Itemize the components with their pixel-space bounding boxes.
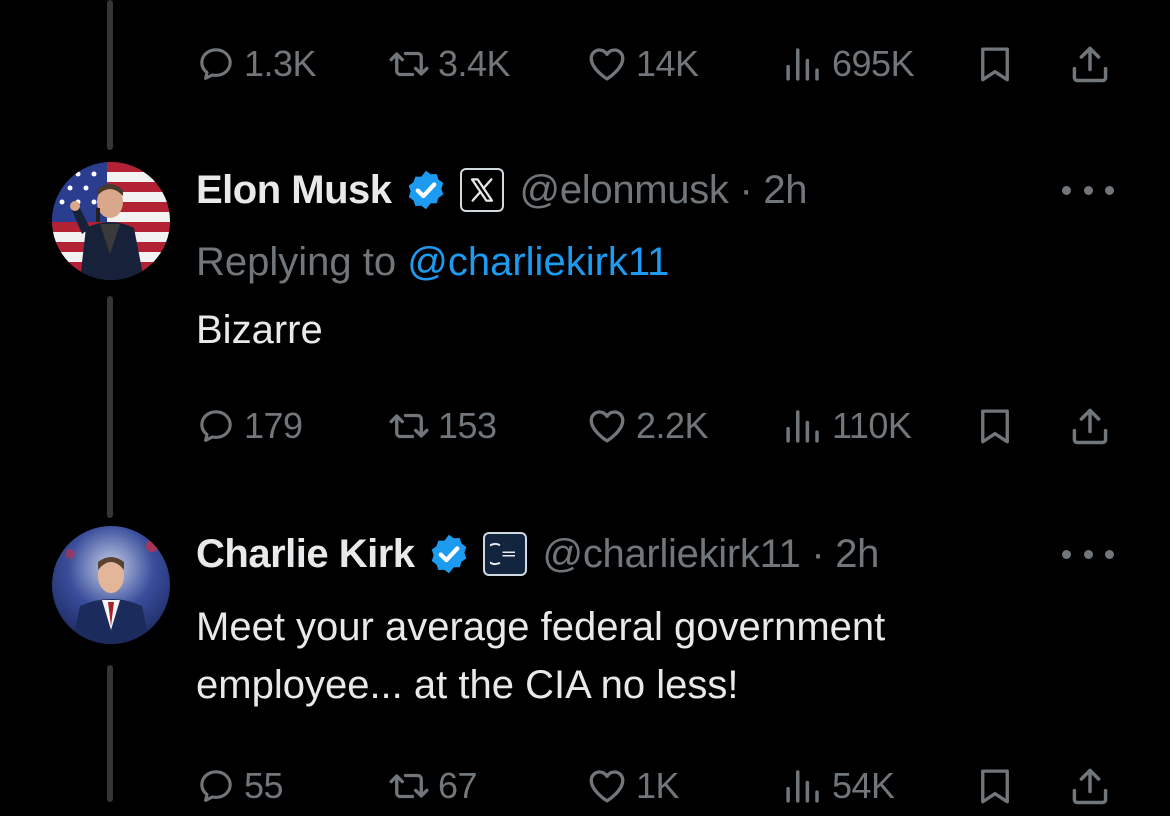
author-name[interactable]: Charlie Kirk — [196, 532, 415, 577]
thread-connector-middle — [107, 296, 113, 518]
share-icon — [1068, 42, 1112, 86]
tweet-text-line: employee... at the CIA no less! — [196, 663, 739, 707]
separator-dot: · — [739, 167, 753, 212]
verified-badge[interactable] — [427, 532, 471, 576]
elon-avatar-image — [52, 162, 170, 280]
verified-badge[interactable] — [404, 168, 448, 212]
heart-icon — [586, 43, 628, 85]
like-button[interactable]: 2.2K — [586, 396, 709, 456]
bookmark-button[interactable] — [974, 34, 1016, 94]
views-button[interactable]: 54K — [782, 756, 895, 816]
author-name[interactable]: Elon Musk — [196, 168, 392, 213]
heart-icon — [586, 765, 628, 807]
thread-connector-top — [107, 0, 113, 150]
like-count: 1K — [636, 765, 680, 806]
bookmark-button[interactable] — [974, 396, 1016, 456]
views-count: 110K — [832, 405, 912, 446]
like-button[interactable]: 14K — [586, 34, 699, 94]
author-handle[interactable]: @charliekirk11 — [543, 532, 801, 576]
repost-count: 3.4K — [438, 43, 511, 84]
timestamp[interactable]: 2h — [763, 168, 807, 212]
views-icon — [782, 765, 824, 807]
charlie-tweet-action-bar: 55 67 1K 54K — [196, 756, 1116, 816]
timestamp[interactable]: 2h — [835, 532, 879, 576]
views-count: 695K — [832, 43, 915, 84]
like-count: 14K — [636, 43, 699, 84]
tweet-header: Charlie Kirk @charliekirk11 · 2h — [196, 524, 879, 584]
turning-point-logo-icon — [489, 543, 515, 565]
replying-to-line: Replying to @charliekirk11 — [196, 240, 669, 285]
like-count: 2.2K — [636, 405, 709, 446]
reply-button[interactable]: 179 — [196, 396, 303, 456]
more-dot-icon — [1083, 185, 1093, 195]
bookmark-icon — [974, 765, 1016, 807]
repost-button[interactable]: 67 — [388, 756, 478, 816]
reply-button[interactable]: 1.3K — [196, 34, 317, 94]
repost-button[interactable]: 3.4K — [388, 34, 511, 94]
views-icon — [782, 43, 824, 85]
thread-connector-bottom — [107, 665, 113, 802]
more-options-button[interactable] — [1062, 544, 1114, 564]
affiliation-badge[interactable] — [482, 532, 527, 576]
verified-checkmark-icon — [427, 532, 471, 576]
reply-icon — [196, 766, 236, 806]
bookmark-icon — [974, 405, 1016, 447]
repost-count: 67 — [438, 765, 478, 806]
top-tweet-action-bar: 1.3K 3.4K 14K 695K — [196, 34, 1116, 94]
views-button[interactable]: 110K — [782, 396, 912, 456]
reply-button[interactable]: 55 — [196, 756, 284, 816]
share-button[interactable] — [1068, 756, 1112, 816]
reply-icon — [196, 406, 236, 446]
charlie-avatar-image — [52, 526, 170, 644]
repost-icon — [388, 43, 430, 85]
tweet-text: Bizarre — [196, 308, 323, 352]
replying-to-label: Replying to — [196, 240, 397, 284]
elon-tweet-action-bar: 179 153 2.2K 110K — [196, 396, 1116, 456]
share-button[interactable] — [1068, 34, 1112, 94]
bookmark-button[interactable] — [974, 756, 1016, 816]
more-dot-icon — [1083, 549, 1093, 559]
avatar[interactable] — [52, 162, 170, 280]
x-logo-icon — [470, 178, 493, 202]
more-dot-icon — [1062, 549, 1071, 559]
repost-icon — [388, 405, 430, 447]
repost-icon — [388, 765, 430, 807]
reply-count: 179 — [244, 405, 303, 446]
more-dot-icon — [1062, 185, 1071, 195]
views-icon — [782, 405, 824, 447]
tweet-text: Meet your average federal government emp… — [196, 598, 885, 714]
share-icon — [1068, 764, 1112, 808]
avatar[interactable] — [52, 526, 170, 644]
affiliation-badge[interactable] — [459, 168, 504, 212]
reply-count: 1.3K — [244, 43, 317, 84]
more-options-button[interactable] — [1062, 180, 1114, 200]
share-icon — [1068, 404, 1112, 448]
repost-count: 153 — [438, 405, 497, 446]
replying-to-mention[interactable]: @charliekirk11 — [407, 240, 669, 284]
share-button[interactable] — [1068, 396, 1112, 456]
more-dot-icon — [1105, 549, 1114, 559]
reply-icon — [196, 44, 236, 84]
views-button[interactable]: 695K — [782, 34, 915, 94]
author-handle[interactable]: @elonmusk — [520, 168, 729, 212]
bookmark-icon — [974, 43, 1016, 85]
tweet-header: Elon Musk @elonmusk · 2h — [196, 160, 808, 220]
heart-icon — [586, 405, 628, 447]
more-dot-icon — [1105, 185, 1114, 195]
like-button[interactable]: 1K — [586, 756, 680, 816]
views-count: 54K — [832, 765, 895, 806]
verified-checkmark-icon — [404, 168, 448, 212]
tweet-text-line: Meet your average federal government — [196, 605, 886, 649]
separator-dot: · — [811, 531, 825, 576]
reply-count: 55 — [244, 765, 284, 806]
repost-button[interactable]: 153 — [388, 396, 497, 456]
